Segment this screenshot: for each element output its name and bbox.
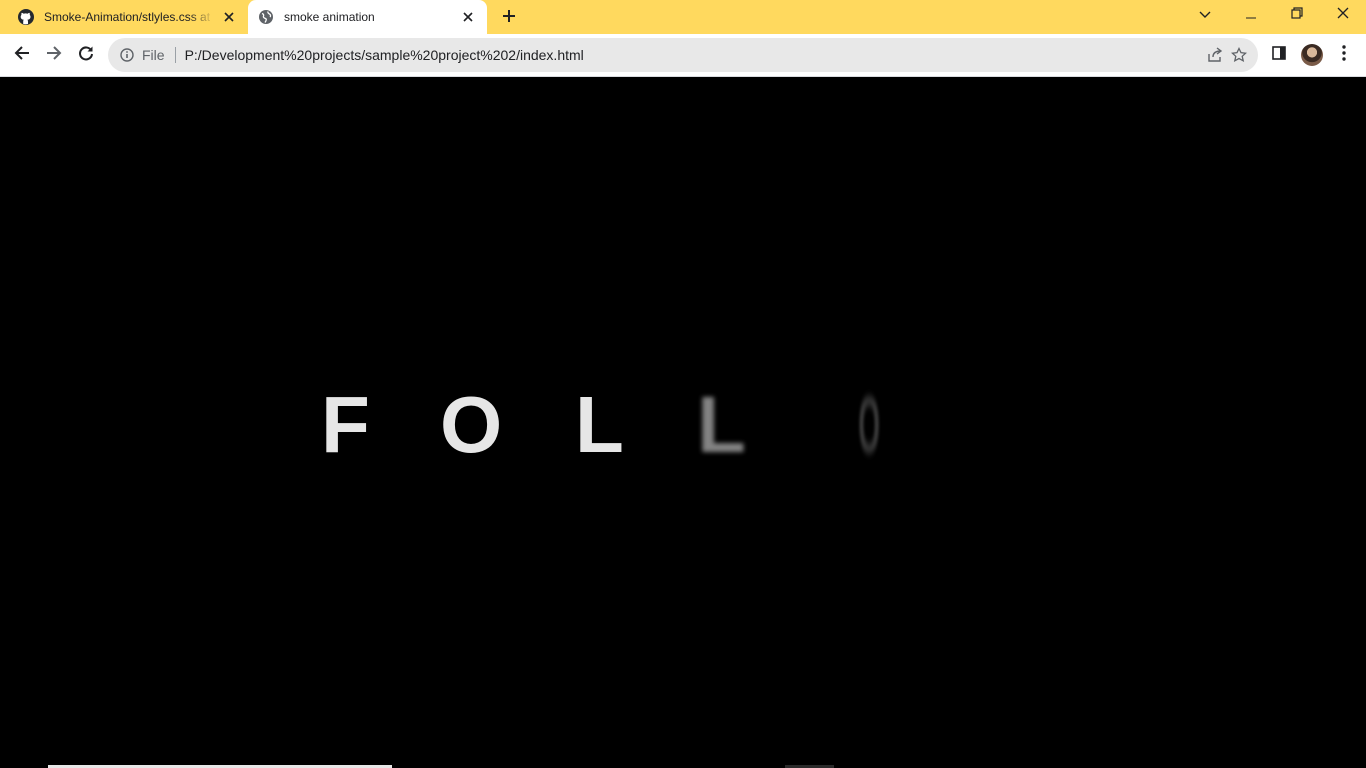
chevron-down-icon [1199,6,1211,24]
tab-strip: Smoke-Animation/stlyles.css at main smok… [0,0,1366,34]
globe-icon [258,9,274,25]
arrow-left-icon [14,45,30,66]
reload-icon [78,45,94,66]
info-icon[interactable] [119,47,135,63]
smoke-letter: L [697,380,746,469]
browser-toolbar: File P:/Development%20projects/sample%20… [0,34,1366,77]
tab-github-stylesheet[interactable]: Smoke-Animation/stlyles.css at main [8,0,248,34]
tab-title: Smoke-Animation/stlyles.css at main [44,10,214,24]
tab-search-button[interactable] [1182,0,1228,30]
smoke-animation-text: F O L L O [0,380,1366,470]
github-icon [18,9,34,25]
arrow-right-icon [46,45,62,66]
minimize-icon [1246,6,1256,24]
new-tab-button[interactable] [498,5,520,27]
menu-button[interactable] [1329,40,1359,70]
address-separator [174,47,176,63]
more-vertical-icon [1342,44,1346,66]
close-tab-icon[interactable] [459,8,477,26]
forward-button[interactable] [39,40,69,70]
smoke-letter: F [321,380,370,469]
close-window-button[interactable] [1320,0,1366,30]
restore-icon [1291,6,1303,24]
bookmark-star-icon[interactable] [1227,43,1251,67]
close-tab-icon[interactable] [220,8,238,26]
address-bar[interactable]: File P:/Development%20projects/sample%20… [108,38,1258,72]
close-icon [1337,6,1349,24]
url-text[interactable]: P:/Development%20projects/sample%20proje… [185,47,1203,63]
side-panel-button[interactable] [1264,40,1294,70]
smoke-letter: O [858,380,881,469]
side-panel-icon [1272,45,1286,65]
url-scheme-label: File [142,47,165,63]
tab-smoke-animation[interactable]: smoke animation [248,0,487,34]
smoke-letter: O [440,380,503,469]
restore-button[interactable] [1274,0,1320,30]
back-button[interactable] [7,40,37,70]
minimize-button[interactable] [1228,0,1274,30]
smoke-letter: L [575,380,624,469]
reload-button[interactable] [71,40,101,70]
tab-title: smoke animation [284,10,375,24]
share-icon[interactable] [1203,43,1227,67]
profile-avatar[interactable] [1301,44,1323,66]
